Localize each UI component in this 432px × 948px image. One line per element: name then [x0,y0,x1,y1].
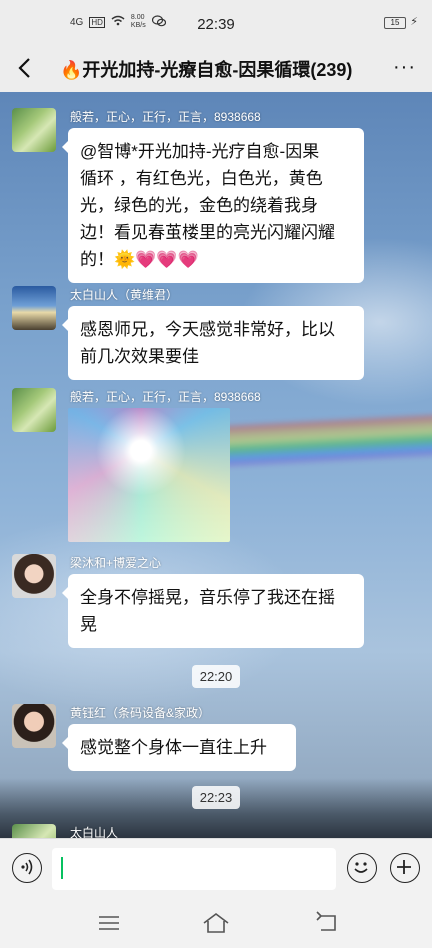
chat-area[interactable]: 般若，正心，正行，正言，8938668 @智博*开光加持-光疗自愈-因果 循环 … [0,92,432,838]
message-line: 晃 [80,615,97,634]
battery-icon: 15 [384,17,406,29]
chat-title: 🔥开光加持-光療自愈-因果循環(239) [60,60,353,80]
status-time: 22:39 [197,16,235,33]
message-bubble[interactable]: @智博*开光加持-光疗自愈-因果 循环 ，有红色光，白色光，黄色 光，绿色的光，… [62,128,364,283]
charging-icon: ⚡ [410,16,418,28]
back-icon[interactable] [312,910,342,936]
timestamp-label: 22:20 [191,665,241,688]
message-line: 光，绿色的光，金色的绕着我身 [80,196,318,215]
status-bar: 4G HD 8.00 KB/s 22:39 15 ⚡ [0,0,432,44]
message-line: 感恩师兄，今天感觉非常好，比以 [80,320,335,339]
message-bubble[interactable]: 全身不停摇晃，音乐停了我还在摇 晃 [62,574,364,648]
avatar[interactable] [12,286,56,330]
avatar[interactable] [12,824,56,838]
timestamp: 22:20 [0,665,432,688]
sender-name: 太白山人（黄维君） [70,288,179,302]
rainbow-light-photo[interactable] [68,408,230,542]
sender-name: 般若，正心，正行，正言，8938668 [70,110,261,124]
plus-icon[interactable] [390,853,420,883]
avatar[interactable] [12,704,56,748]
message-line: @智博*开光加持-光疗自愈-因果 [80,142,320,161]
more-dots-icon[interactable]: ··· [393,56,416,79]
emoji-icon[interactable] [347,853,377,883]
sender-name: 黄钰红（条码设备&家政） [70,706,211,720]
chat-header: 🔥开光加持-光療自愈-因果循環(239) ··· [0,44,432,92]
avatar[interactable] [12,388,56,432]
message-line: 循环 ，有红色光，白色光，黄色 [80,169,323,188]
message-input[interactable] [52,848,336,890]
message-line: 感觉整个身体一直往上升 [80,738,267,757]
message-line: 边！看见春茧楼里的亮光闪耀闪耀 [80,223,335,242]
message-bubble[interactable]: 感觉整个身体一直往上升 [62,724,296,771]
avatar[interactable] [12,554,56,598]
menu-icon[interactable] [94,910,124,936]
message-line: 前几次效果要佳 [80,347,199,366]
sender-name: 般若，正心，正行，正言，8938668 [70,390,261,404]
home-icon[interactable] [201,910,231,936]
input-bar [0,838,432,898]
message-line: 的！🌞💗💗💗 [80,250,199,269]
message-bubble[interactable]: 感恩师兄，今天感觉非常好，比以 前几次效果要佳 [62,306,364,380]
text-caret [61,857,63,879]
voice-icon[interactable] [12,853,42,883]
timestamp: 22:23 [0,786,432,809]
avatar[interactable] [12,108,56,152]
sender-name: 太白山人 [70,826,119,838]
chevron-left-icon[interactable] [14,56,38,80]
system-nav-bar [0,898,432,948]
timestamp-label: 22:23 [191,786,241,809]
message-line: 全身不停摇晃，音乐停了我还在摇 [80,588,335,607]
sender-name: 梁沐和+博爱之心 [70,556,162,570]
